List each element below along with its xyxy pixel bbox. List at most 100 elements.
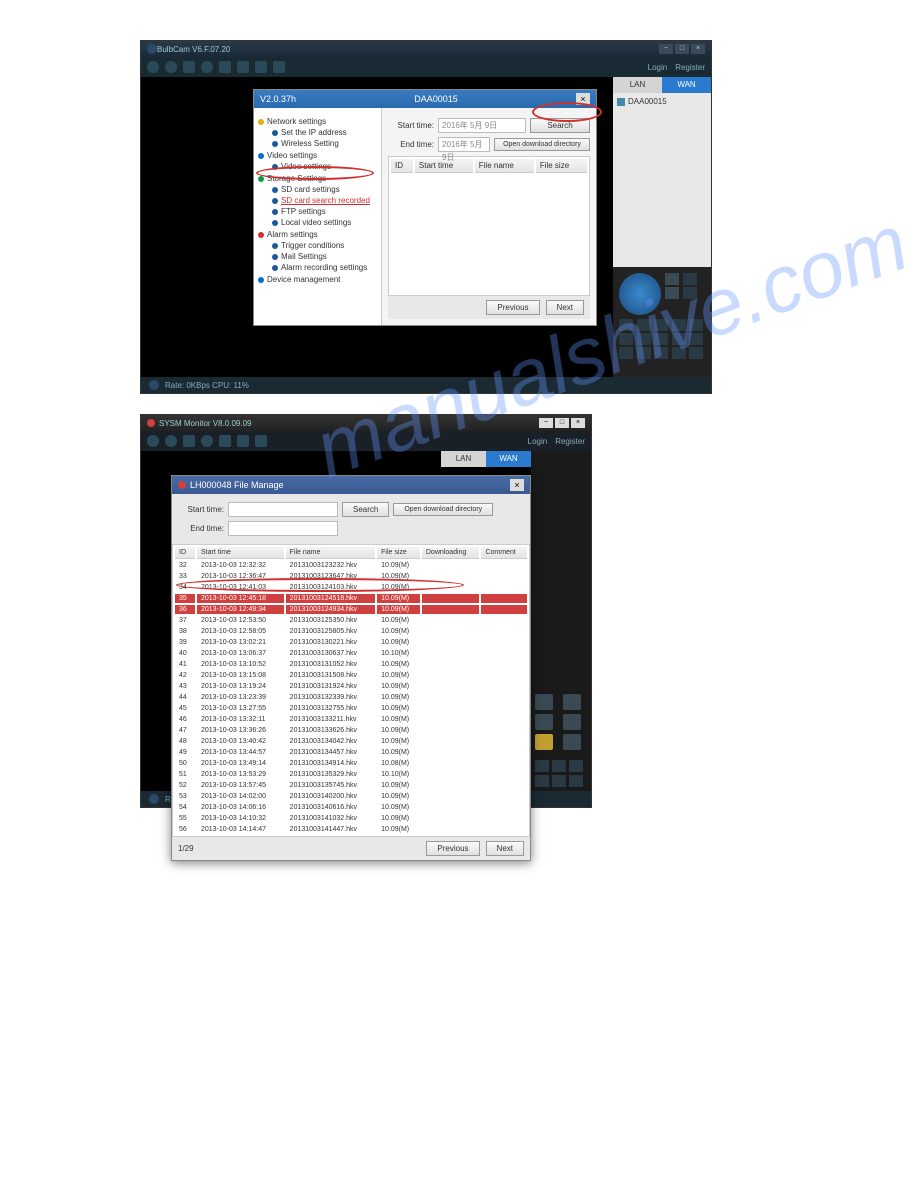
control-icon[interactable] (619, 319, 633, 331)
table-row[interactable]: 322013-10-03 12:32:3220131003123232.hkv1… (175, 561, 527, 570)
down-icon[interactable] (665, 287, 679, 299)
open-dir-button[interactable]: Open download directory (494, 138, 590, 151)
tree-item[interactable]: Local video settings (281, 218, 351, 227)
control-icon[interactable] (637, 319, 651, 331)
col-id[interactable]: ID (391, 159, 413, 173)
record-icon[interactable] (201, 435, 213, 447)
next-button[interactable]: Next (546, 300, 584, 315)
tree-item[interactable]: Video settings (281, 162, 331, 171)
table-row[interactable]: 462013-10-03 13:32:1120131003133211.hkv1… (175, 715, 527, 724)
tree-item[interactable]: Mail Settings (281, 252, 327, 261)
table-row[interactable]: 472013-10-03 13:36:2620131003133626.hkv1… (175, 726, 527, 735)
tab-wan[interactable]: WAN (662, 77, 711, 93)
tree-item[interactable]: Wireless Setting (281, 139, 339, 148)
table-row[interactable]: 562013-10-03 14:14:4720131003141447.hkv1… (175, 825, 527, 834)
col-size[interactable]: File size (536, 159, 587, 173)
col-comment[interactable]: Comment (481, 547, 527, 559)
previous-button[interactable]: Previous (486, 300, 539, 315)
table-row[interactable]: 522013-10-03 13:57:4520131003135745.hkv1… (175, 781, 527, 790)
tree-cat-video[interactable]: Video settings (267, 151, 317, 160)
close-button[interactable]: × (571, 418, 585, 428)
wifi-icon[interactable] (552, 775, 566, 787)
record-icon[interactable] (201, 61, 213, 73)
col-start[interactable]: Start time (197, 547, 284, 559)
tree-item[interactable]: Trigger conditions (281, 241, 344, 250)
gear-icon[interactable] (563, 694, 581, 710)
camera-icon[interactable] (183, 61, 195, 73)
wrench-icon[interactable] (689, 347, 703, 359)
brightness-icon[interactable] (563, 714, 581, 730)
help-icon[interactable] (237, 435, 249, 447)
col-size[interactable]: File size (377, 547, 420, 559)
tree-item-sd-search[interactable]: SD card search recorded (281, 196, 370, 205)
control-icon[interactable] (569, 760, 583, 772)
start-time-picker[interactable] (228, 502, 338, 517)
minimize-button[interactable]: − (539, 418, 553, 428)
col-downloading[interactable]: Downloading (422, 547, 480, 559)
maximize-button[interactable]: □ (675, 44, 689, 54)
dialog-close-button[interactable]: × (576, 93, 590, 105)
start-time-picker[interactable]: 2016年 5月 9日 (438, 118, 526, 133)
table-row[interactable]: 512013-10-03 13:53:2920131003135329.hkv1… (175, 770, 527, 779)
next-button[interactable]: Next (486, 841, 524, 856)
about-icon[interactable] (255, 435, 267, 447)
control-icon[interactable] (654, 319, 668, 331)
table-row[interactable]: 412013-10-03 13:10:5220131003131052.hkv1… (175, 660, 527, 669)
table-row[interactable]: 382013-10-03 12:58:0520131003125805.hkv1… (175, 627, 527, 636)
table-row[interactable]: 342013-10-03 12:41:0320131003124103.hkv1… (175, 583, 527, 592)
control-icon[interactable] (654, 333, 668, 345)
minimize-button[interactable]: − (659, 44, 673, 54)
control-icon[interactable] (619, 333, 633, 345)
tool-icon[interactable] (147, 435, 159, 447)
tool-icon[interactable] (165, 435, 177, 447)
control-icon[interactable] (535, 760, 549, 772)
maximize-button[interactable]: □ (555, 418, 569, 428)
wrench-icon[interactable] (569, 775, 583, 787)
about-icon[interactable] (273, 61, 285, 73)
close-button[interactable]: × (691, 44, 705, 54)
gear-icon[interactable] (683, 273, 697, 285)
wifi-icon[interactable] (672, 347, 686, 359)
tree-cat-storage[interactable]: Storage Settings (267, 174, 326, 183)
open-dir-button[interactable]: Open download directory (393, 503, 493, 516)
control-icon[interactable] (637, 347, 651, 359)
tool-icon[interactable] (165, 61, 177, 73)
control-icon[interactable] (619, 347, 633, 359)
col-name[interactable]: File name (286, 547, 375, 559)
table-row[interactable]: 392013-10-03 13:02:2120131003130221.hkv1… (175, 638, 527, 647)
ptz-wheel[interactable] (619, 273, 661, 315)
search-button[interactable]: Search (342, 502, 389, 517)
table-row[interactable]: 482013-10-03 13:40:4220131003134042.hkv1… (175, 737, 527, 746)
tab-lan[interactable]: LAN (441, 451, 486, 467)
up-icon[interactable] (535, 694, 553, 710)
table-row[interactable]: 362013-10-03 12:49:3420131003124934.hkv1… (175, 605, 527, 614)
tree-item[interactable]: Alarm recording settings (281, 263, 367, 272)
table-row[interactable]: 352013-10-03 12:45:1820131003124518.hkv1… (175, 594, 527, 603)
table-row[interactable]: 402013-10-03 13:06:3720131003130637.hkv1… (175, 649, 527, 658)
register-link[interactable]: Register (675, 63, 705, 72)
control-icon[interactable] (672, 319, 686, 331)
previous-button[interactable]: Previous (426, 841, 479, 856)
table-row[interactable]: 442013-10-03 13:23:3920131003132339.hkv1… (175, 693, 527, 702)
sun-icon[interactable] (563, 734, 581, 750)
table-row[interactable]: 532013-10-03 14:02:0020131003140200.hkv1… (175, 792, 527, 801)
table-row[interactable]: 332013-10-03 12:36:4720131003123647.hkv1… (175, 572, 527, 581)
control-icon[interactable] (637, 333, 651, 345)
table-row[interactable]: 552013-10-03 14:10:3220131003141032.hkv1… (175, 814, 527, 823)
device-item[interactable]: DAA00015 (617, 97, 707, 106)
lock-icon[interactable] (219, 61, 231, 73)
zoom-icon[interactable] (535, 734, 553, 750)
control-icon[interactable] (552, 760, 566, 772)
tree-cat-device[interactable]: Device management (267, 275, 340, 284)
control-icon[interactable] (672, 333, 686, 345)
help-icon[interactable] (255, 61, 267, 73)
tree-cat-alarm[interactable]: Alarm settings (267, 230, 318, 239)
table-row[interactable]: 502013-10-03 13:49:1420131003134914.hkv1… (175, 759, 527, 768)
end-time-picker[interactable]: 2016年 5月 9日 (438, 137, 490, 152)
end-time-picker[interactable] (228, 521, 338, 536)
control-icon[interactable] (689, 319, 703, 331)
col-name[interactable]: File name (475, 159, 534, 173)
table-row[interactable]: 492013-10-03 13:44:5720131003134457.hkv1… (175, 748, 527, 757)
tab-lan[interactable]: LAN (613, 77, 662, 93)
table-row[interactable]: 372013-10-03 12:53:5020131003125350.hkv1… (175, 616, 527, 625)
